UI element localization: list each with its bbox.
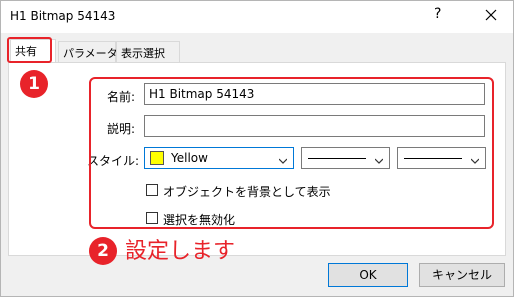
cancel-button[interactable]: キャンセル bbox=[419, 263, 505, 287]
dialog-window: H1 Bitmap 54143 ? 共有 パラメータ 表示選択 名前: H1 B… bbox=[0, 0, 514, 297]
step-badge-1: 1 bbox=[20, 70, 48, 98]
step-badge-2: 2 bbox=[89, 237, 117, 265]
tab-display-selection-label: 表示選択 bbox=[121, 47, 165, 60]
ok-button[interactable]: OK bbox=[328, 263, 408, 287]
title-bar: H1 Bitmap 54143 ? bbox=[1, 1, 513, 33]
highlight-tab-frame bbox=[7, 37, 52, 63]
help-button[interactable]: ? bbox=[434, 6, 441, 22]
tab-parameters[interactable]: パラメータ bbox=[58, 41, 118, 63]
step-2-note: 設定します bbox=[125, 239, 236, 264]
window-title: H1 Bitmap 54143 bbox=[10, 9, 116, 23]
tab-display-selection[interactable]: 表示選択 bbox=[116, 41, 180, 63]
highlight-settings-frame bbox=[89, 77, 494, 229]
tab-parameters-label: パラメータ bbox=[63, 47, 118, 60]
close-icon[interactable] bbox=[481, 5, 501, 25]
